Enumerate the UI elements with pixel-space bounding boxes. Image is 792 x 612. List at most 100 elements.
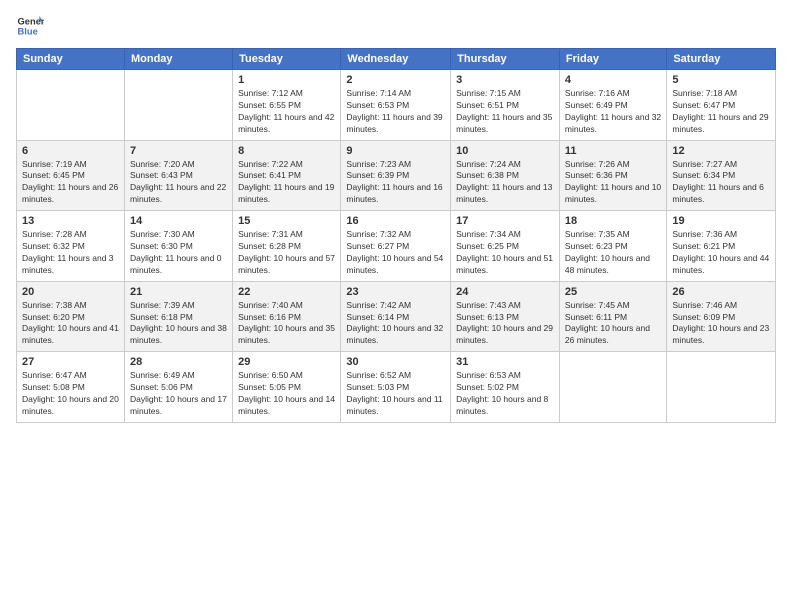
day-number: 17 bbox=[456, 215, 554, 227]
day-number: 2 bbox=[346, 74, 445, 86]
day-number: 29 bbox=[238, 356, 335, 368]
calendar-cell: 31 Sunrise: 6:53 AMSunset: 5:02 PMDayligh… bbox=[451, 352, 560, 423]
day-info: Sunrise: 7:36 AMSunset: 6:21 PMDaylight:… bbox=[672, 229, 770, 277]
day-info: Sunrise: 7:32 AMSunset: 6:27 PMDaylight:… bbox=[346, 229, 445, 277]
col-header-friday: Friday bbox=[559, 49, 666, 70]
logo-icon: General Blue bbox=[16, 12, 44, 40]
day-number: 9 bbox=[346, 145, 445, 157]
day-info: Sunrise: 7:23 AMSunset: 6:39 PMDaylight:… bbox=[346, 159, 445, 207]
day-number: 28 bbox=[130, 356, 227, 368]
day-number: 26 bbox=[672, 286, 770, 298]
day-number: 18 bbox=[565, 215, 661, 227]
day-info: Sunrise: 7:46 AMSunset: 6:09 PMDaylight:… bbox=[672, 300, 770, 348]
calendar-cell: 16 Sunrise: 7:32 AMSunset: 6:27 PMDayligh… bbox=[341, 211, 451, 282]
day-info: Sunrise: 7:39 AMSunset: 6:18 PMDaylight:… bbox=[130, 300, 227, 348]
col-header-wednesday: Wednesday bbox=[341, 49, 451, 70]
day-number: 6 bbox=[22, 145, 119, 157]
day-number: 3 bbox=[456, 74, 554, 86]
calendar-cell: 27Sunrise: 6:47 AMSunset: 5:08 PMDayligh… bbox=[17, 352, 125, 423]
day-number: 7 bbox=[130, 145, 227, 157]
day-info: Sunrise: 7:40 AMSunset: 6:16 PMDaylight:… bbox=[238, 300, 335, 348]
day-number: 5 bbox=[672, 74, 770, 86]
day-number: 11 bbox=[565, 145, 661, 157]
day-info: Sunrise: 6:49 AMSunset: 5:06 PMDaylight:… bbox=[130, 370, 227, 418]
day-number: 19 bbox=[672, 215, 770, 227]
col-header-tuesday: Tuesday bbox=[233, 49, 341, 70]
calendar-cell bbox=[124, 70, 232, 141]
day-number: 14 bbox=[130, 215, 227, 227]
day-info: Sunrise: 7:42 AMSunset: 6:14 PMDaylight:… bbox=[346, 300, 445, 348]
day-info: Sunrise: 7:24 AMSunset: 6:38 PMDaylight:… bbox=[456, 159, 554, 207]
calendar-cell: 21Sunrise: 7:39 AMSunset: 6:18 PMDayligh… bbox=[124, 281, 232, 352]
calendar-cell: 5Sunrise: 7:18 AMSunset: 6:47 PMDaylight… bbox=[667, 70, 776, 141]
col-header-monday: Monday bbox=[124, 49, 232, 70]
day-info: Sunrise: 7:20 AMSunset: 6:43 PMDaylight:… bbox=[130, 159, 227, 207]
day-info: Sunrise: 7:34 AMSunset: 6:25 PMDaylight:… bbox=[456, 229, 554, 277]
day-info: Sunrise: 7:27 AMSunset: 6:34 PMDaylight:… bbox=[672, 159, 770, 207]
day-info: Sunrise: 7:15 AMSunset: 6:51 PMDaylight:… bbox=[456, 88, 554, 136]
day-number: 22 bbox=[238, 286, 335, 298]
svg-text:Blue: Blue bbox=[18, 27, 38, 37]
calendar-cell: 24Sunrise: 7:43 AMSunset: 6:13 PMDayligh… bbox=[451, 281, 560, 352]
day-number: 31 bbox=[456, 356, 554, 368]
day-number: 1 bbox=[238, 74, 335, 86]
day-info: Sunrise: 7:45 AMSunset: 6:11 PMDaylight:… bbox=[565, 300, 661, 348]
calendar-cell: 1 Sunrise: 7:12 AMSunset: 6:55 PMDaylight… bbox=[233, 70, 341, 141]
calendar-week-row: 1 Sunrise: 7:12 AMSunset: 6:55 PMDaylight… bbox=[17, 70, 776, 141]
col-header-thursday: Thursday bbox=[451, 49, 560, 70]
calendar-cell: 15 Sunrise: 7:31 AMSunset: 6:28 PMDayligh… bbox=[233, 211, 341, 282]
day-info: Sunrise: 6:47 AMSunset: 5:08 PMDaylight:… bbox=[22, 370, 119, 418]
calendar-cell: 12 Sunrise: 7:27 AMSunset: 6:34 PMDayligh… bbox=[667, 140, 776, 211]
calendar-cell: 20 Sunrise: 7:38 AMSunset: 6:20 PMDayligh… bbox=[17, 281, 125, 352]
day-info: Sunrise: 7:19 AMSunset: 6:45 PMDaylight:… bbox=[22, 159, 119, 207]
col-header-saturday: Saturday bbox=[667, 49, 776, 70]
day-info: Sunrise: 6:52 AMSunset: 5:03 PMDaylight:… bbox=[346, 370, 445, 418]
day-number: 25 bbox=[565, 286, 661, 298]
calendar-cell: 3 Sunrise: 7:15 AMSunset: 6:51 PMDaylight… bbox=[451, 70, 560, 141]
day-info: Sunrise: 7:38 AMSunset: 6:20 PMDaylight:… bbox=[22, 300, 119, 348]
calendar-cell: 30 Sunrise: 6:52 AMSunset: 5:03 PMDayligh… bbox=[341, 352, 451, 423]
calendar-cell: 6 Sunrise: 7:19 AMSunset: 6:45 PMDaylight… bbox=[17, 140, 125, 211]
day-number: 12 bbox=[672, 145, 770, 157]
calendar-cell: 17 Sunrise: 7:34 AMSunset: 6:25 PMDayligh… bbox=[451, 211, 560, 282]
day-info: Sunrise: 6:50 AMSunset: 5:05 PMDaylight:… bbox=[238, 370, 335, 418]
calendar-cell: 28 Sunrise: 6:49 AMSunset: 5:06 PMDayligh… bbox=[124, 352, 232, 423]
day-info: Sunrise: 7:22 AMSunset: 6:41 PMDaylight:… bbox=[238, 159, 335, 207]
calendar-cell bbox=[559, 352, 666, 423]
day-number: 13 bbox=[22, 215, 119, 227]
calendar-cell: 25 Sunrise: 7:45 AMSunset: 6:11 PMDayligh… bbox=[559, 281, 666, 352]
calendar-cell: 26 Sunrise: 7:46 AMSunset: 6:09 PMDayligh… bbox=[667, 281, 776, 352]
calendar-cell: 7 Sunrise: 7:20 AMSunset: 6:43 PMDaylight… bbox=[124, 140, 232, 211]
calendar-cell bbox=[667, 352, 776, 423]
day-info: Sunrise: 7:31 AMSunset: 6:28 PMDaylight:… bbox=[238, 229, 335, 277]
day-info: Sunrise: 7:28 AMSunset: 6:32 PMDaylight:… bbox=[22, 229, 119, 277]
calendar-week-row: 6 Sunrise: 7:19 AMSunset: 6:45 PMDaylight… bbox=[17, 140, 776, 211]
day-info: Sunrise: 7:30 AMSunset: 6:30 PMDaylight:… bbox=[130, 229, 227, 277]
day-number: 24 bbox=[456, 286, 554, 298]
day-number: 8 bbox=[238, 145, 335, 157]
day-number: 20 bbox=[22, 286, 119, 298]
calendar-cell: 11 Sunrise: 7:26 AMSunset: 6:36 PMDayligh… bbox=[559, 140, 666, 211]
calendar-cell: 4Sunrise: 7:16 AMSunset: 6:49 PMDaylight… bbox=[559, 70, 666, 141]
day-info: Sunrise: 7:12 AMSunset: 6:55 PMDaylight:… bbox=[238, 88, 335, 136]
calendar-cell: 19 Sunrise: 7:36 AMSunset: 6:21 PMDayligh… bbox=[667, 211, 776, 282]
day-number: 23 bbox=[346, 286, 445, 298]
day-number: 15 bbox=[238, 215, 335, 227]
day-number: 30 bbox=[346, 356, 445, 368]
calendar-cell: 8 Sunrise: 7:22 AMSunset: 6:41 PMDaylight… bbox=[233, 140, 341, 211]
day-info: Sunrise: 7:26 AMSunset: 6:36 PMDaylight:… bbox=[565, 159, 661, 207]
calendar-week-row: 20 Sunrise: 7:38 AMSunset: 6:20 PMDayligh… bbox=[17, 281, 776, 352]
calendar-cell bbox=[17, 70, 125, 141]
calendar-week-row: 13 Sunrise: 7:28 AMSunset: 6:32 PMDayligh… bbox=[17, 211, 776, 282]
col-header-sunday: Sunday bbox=[17, 49, 125, 70]
calendar-week-row: 27Sunrise: 6:47 AMSunset: 5:08 PMDayligh… bbox=[17, 352, 776, 423]
logo: General Blue bbox=[16, 12, 44, 40]
calendar-cell: 10 Sunrise: 7:24 AMSunset: 6:38 PMDayligh… bbox=[451, 140, 560, 211]
calendar-cell: 9 Sunrise: 7:23 AMSunset: 6:39 PMDaylight… bbox=[341, 140, 451, 211]
day-info: Sunrise: 6:53 AMSunset: 5:02 PMDaylight:… bbox=[456, 370, 554, 418]
calendar-header-row: SundayMondayTuesdayWednesdayThursdayFrid… bbox=[17, 49, 776, 70]
day-number: 10 bbox=[456, 145, 554, 157]
day-info: Sunrise: 7:14 AMSunset: 6:53 PMDaylight:… bbox=[346, 88, 445, 136]
day-number: 16 bbox=[346, 215, 445, 227]
day-info: Sunrise: 7:16 AMSunset: 6:49 PMDaylight:… bbox=[565, 88, 661, 136]
